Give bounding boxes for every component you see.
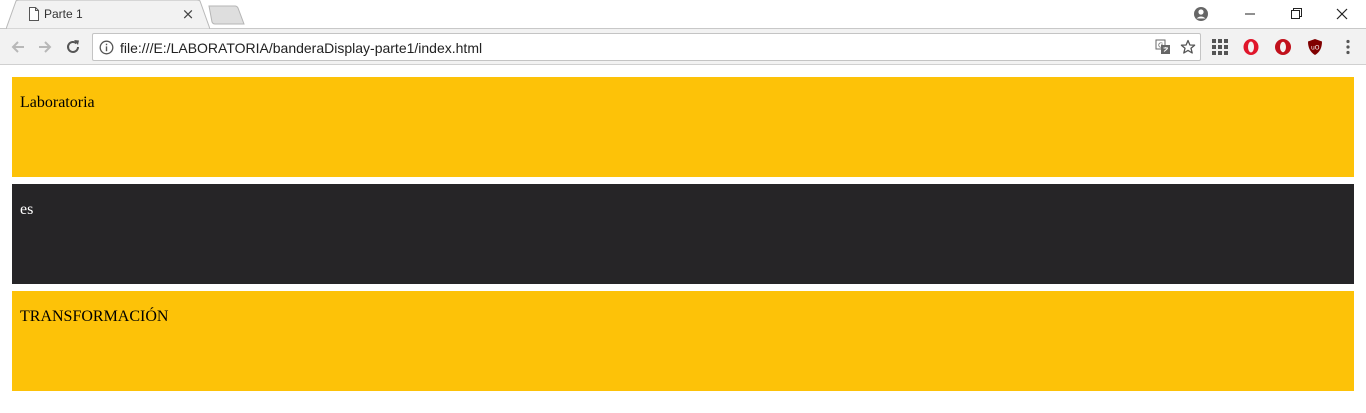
tab-close-icon[interactable]: ×: [181, 7, 195, 22]
opera-icon[interactable]: [1274, 38, 1292, 56]
svg-text:uO: uO: [1311, 45, 1320, 52]
band-text: Laboratoria: [20, 94, 95, 111]
star-icon[interactable]: [1180, 39, 1196, 55]
translate-icon[interactable]: G: [1155, 39, 1171, 55]
band-transformacion: TRANSFORMACIÓN: [12, 291, 1354, 391]
kebab-menu-icon[interactable]: [1339, 38, 1357, 56]
band-laboratoria: Laboratoria: [12, 77, 1354, 177]
file-icon: [29, 7, 39, 21]
restore-button[interactable]: [1273, 0, 1319, 28]
page-viewport: Laboratoria es TRANSFORMACIÓN: [0, 66, 1366, 413]
browser-toolbar: file:///E:/LABORATORIA/banderaDisplay-pa…: [0, 29, 1366, 65]
ublock-origin-icon[interactable]: uO: [1306, 38, 1324, 56]
opera-icon[interactable]: [1242, 38, 1260, 56]
forward-arrow-icon[interactable]: [36, 38, 54, 56]
new-tab-button[interactable]: [206, 5, 246, 25]
back-arrow-icon[interactable]: [9, 38, 27, 56]
apps-grid-icon[interactable]: [1211, 38, 1229, 56]
tab-title: Parte 1: [44, 7, 83, 21]
tab-parte-1[interactable]: Parte 1 ×: [6, 0, 210, 29]
profile-icon[interactable]: [1193, 6, 1209, 22]
svg-text:G: G: [1158, 42, 1163, 50]
close-window-button[interactable]: [1319, 0, 1365, 28]
band-text: es: [20, 201, 34, 218]
band-es: es: [12, 184, 1354, 284]
info-icon[interactable]: [99, 40, 114, 55]
url-text[interactable]: file:///E:/LABORATORIA/banderaDisplay-pa…: [120, 40, 482, 56]
minimize-button[interactable]: [1227, 0, 1273, 28]
reload-icon[interactable]: [64, 38, 82, 56]
tab-strip: Parte 1 ×: [0, 0, 1366, 29]
band-text: TRANSFORMACIÓN: [20, 308, 169, 325]
address-bar[interactable]: file:///E:/LABORATORIA/banderaDisplay-pa…: [92, 33, 1201, 61]
